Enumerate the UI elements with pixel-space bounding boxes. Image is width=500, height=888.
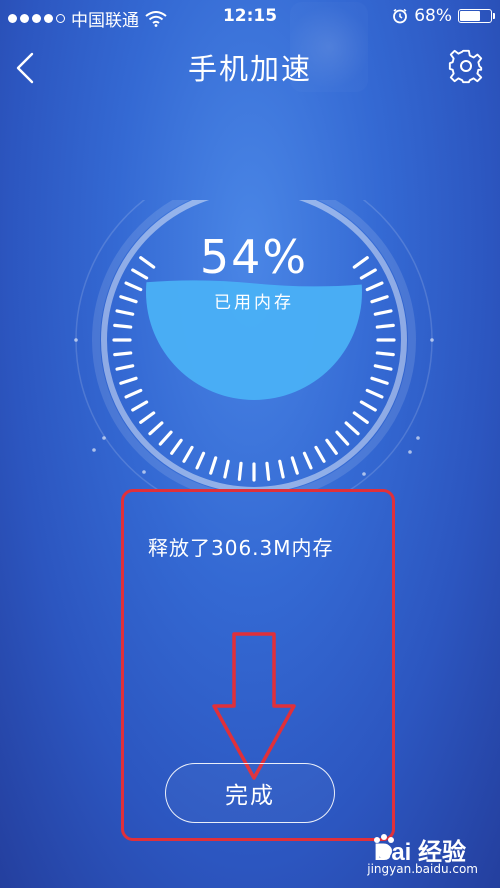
sparkle-dot bbox=[74, 338, 78, 342]
gauge-tick bbox=[170, 438, 183, 455]
gauge-tick bbox=[124, 388, 143, 399]
gauge-tick bbox=[370, 376, 389, 385]
battery-percent: 68% bbox=[414, 6, 452, 26]
gauge-tick bbox=[209, 456, 218, 475]
gauge-tick bbox=[223, 459, 230, 479]
battery-fill bbox=[460, 11, 481, 21]
sparkle-dot bbox=[416, 436, 420, 440]
page-title: 手机加速 bbox=[187, 52, 312, 86]
baidu-jingyan-logo: Bai 经验 jingyan.baidu.com bbox=[348, 832, 488, 882]
gauge-tick bbox=[325, 438, 338, 455]
gauge-tick bbox=[182, 445, 194, 463]
gauge-tick bbox=[131, 400, 149, 412]
gauge-tick bbox=[373, 364, 393, 371]
done-button-label: 完成 bbox=[225, 783, 275, 809]
settings-button[interactable] bbox=[446, 46, 486, 86]
gauge-tick bbox=[115, 364, 135, 371]
gauge-tick bbox=[365, 388, 384, 399]
gear-icon bbox=[448, 49, 483, 84]
gauge-tick bbox=[352, 411, 369, 424]
gauge-tick bbox=[375, 323, 395, 329]
battery-icon bbox=[458, 9, 495, 23]
sparkle-dot bbox=[92, 448, 96, 452]
status-right: 68% bbox=[392, 6, 495, 26]
gauge-tick bbox=[139, 411, 156, 424]
gauge-tick bbox=[290, 456, 299, 475]
memory-percent: 54% bbox=[199, 230, 309, 284]
memory-gauge: 54% 已用内存 bbox=[64, 200, 444, 490]
done-button[interactable]: 完成 bbox=[165, 763, 335, 823]
gauge-tick bbox=[265, 461, 271, 481]
nav-bar: 手机加速 bbox=[0, 34, 500, 100]
memory-label: 已用内存 bbox=[214, 293, 294, 313]
gauge-tick bbox=[359, 400, 377, 412]
annotation-arrow-icon bbox=[212, 632, 296, 780]
sparkle-dot bbox=[408, 450, 412, 454]
gauge-tick bbox=[335, 430, 350, 446]
sparkle-dot bbox=[362, 472, 366, 476]
gauge-tick bbox=[314, 445, 326, 463]
gauge-tick bbox=[148, 421, 164, 436]
gauge-tick bbox=[113, 323, 133, 329]
gauge-tick bbox=[375, 351, 395, 357]
sparkle-dot bbox=[142, 470, 146, 474]
sparkle-dot bbox=[102, 436, 106, 440]
gauge-tick bbox=[119, 376, 138, 385]
sparkle-dot bbox=[430, 338, 434, 342]
status-bar: 中国联通 12:15 68% bbox=[0, 0, 500, 34]
gauge-tick bbox=[344, 421, 360, 436]
gauge-tick bbox=[302, 451, 313, 470]
gauge-tick bbox=[237, 461, 243, 481]
alarm-clock-icon bbox=[393, 8, 408, 24]
watermark-domain: jingyan.baidu.com bbox=[367, 862, 478, 876]
gauge-tick bbox=[195, 451, 206, 470]
gauge-tick bbox=[113, 351, 133, 357]
gauge-tick bbox=[278, 459, 285, 479]
gauge-tick bbox=[158, 430, 173, 446]
